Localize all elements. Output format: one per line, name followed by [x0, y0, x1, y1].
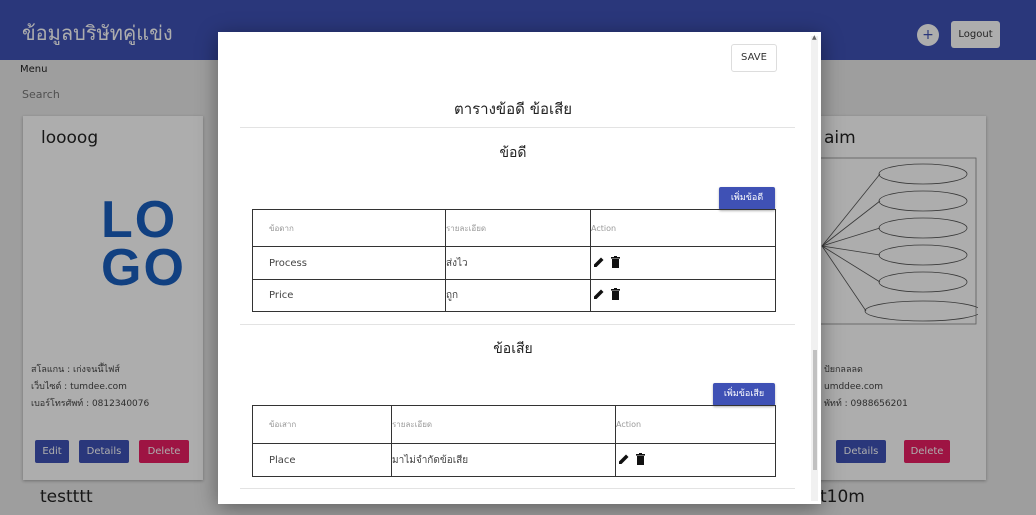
edit-icon[interactable]: [593, 256, 605, 268]
topic-cell: Price: [252, 279, 446, 312]
column-header: ข้อดาก: [252, 209, 446, 247]
detail-cell: ส่งไว: [445, 246, 591, 280]
action-cell: [590, 246, 776, 280]
pros-section-title: ข้อดี: [499, 145, 527, 161]
edit-icon[interactable]: [593, 288, 605, 300]
table-row: Process ส่งไว: [252, 246, 776, 280]
save-button[interactable]: SAVE: [731, 44, 777, 72]
detail-cell: มาไม่จำกัดข้อเสีย: [391, 443, 616, 477]
column-header: Action: [590, 209, 776, 247]
cons-section-title: ข้อเสีย: [493, 341, 533, 357]
column-header: Action: [615, 405, 776, 444]
column-header: รายละเอียด: [391, 405, 616, 444]
divider: [240, 488, 795, 489]
delete-icon[interactable]: [636, 452, 645, 465]
divider: [240, 127, 795, 128]
detail-cell: ถูก: [445, 279, 591, 312]
action-cell: [590, 279, 776, 312]
pros-table: ข้อดาก รายละเอียด Action Process ส่งไว P…: [252, 209, 776, 312]
dialog-scrollbar-thumb[interactable]: [813, 350, 817, 470]
add-pro-button[interactable]: เพิ่มข้อดี: [719, 187, 775, 210]
column-header: ข้อเสาก: [252, 405, 392, 444]
table-row: Price ถูก: [252, 279, 776, 312]
delete-icon[interactable]: [611, 255, 620, 268]
column-header: รายละเอียด: [445, 209, 591, 247]
action-cell: [615, 443, 776, 477]
cons-table: ข้อเสาก รายละเอียด Action Place มาไม่จำก…: [252, 405, 776, 477]
topic-cell: Process: [252, 246, 446, 280]
table-row: Place มาไม่จำกัดข้อเสีย: [252, 443, 776, 477]
delete-icon[interactable]: [611, 288, 620, 300]
scroll-up-arrow-icon[interactable]: ▲: [812, 34, 817, 41]
pros-cons-dialog: SAVE ตารางข้อดี ข้อเสีย ข้อดี เพิ่มข้อดี…: [218, 32, 821, 504]
add-con-button[interactable]: เพิ่มข้อเสีย: [713, 383, 775, 406]
topic-cell: Place: [252, 443, 392, 477]
dialog-title: ตารางข้อดี ข้อเสีย: [453, 100, 573, 118]
edit-icon[interactable]: [618, 453, 630, 465]
divider: [240, 324, 795, 325]
